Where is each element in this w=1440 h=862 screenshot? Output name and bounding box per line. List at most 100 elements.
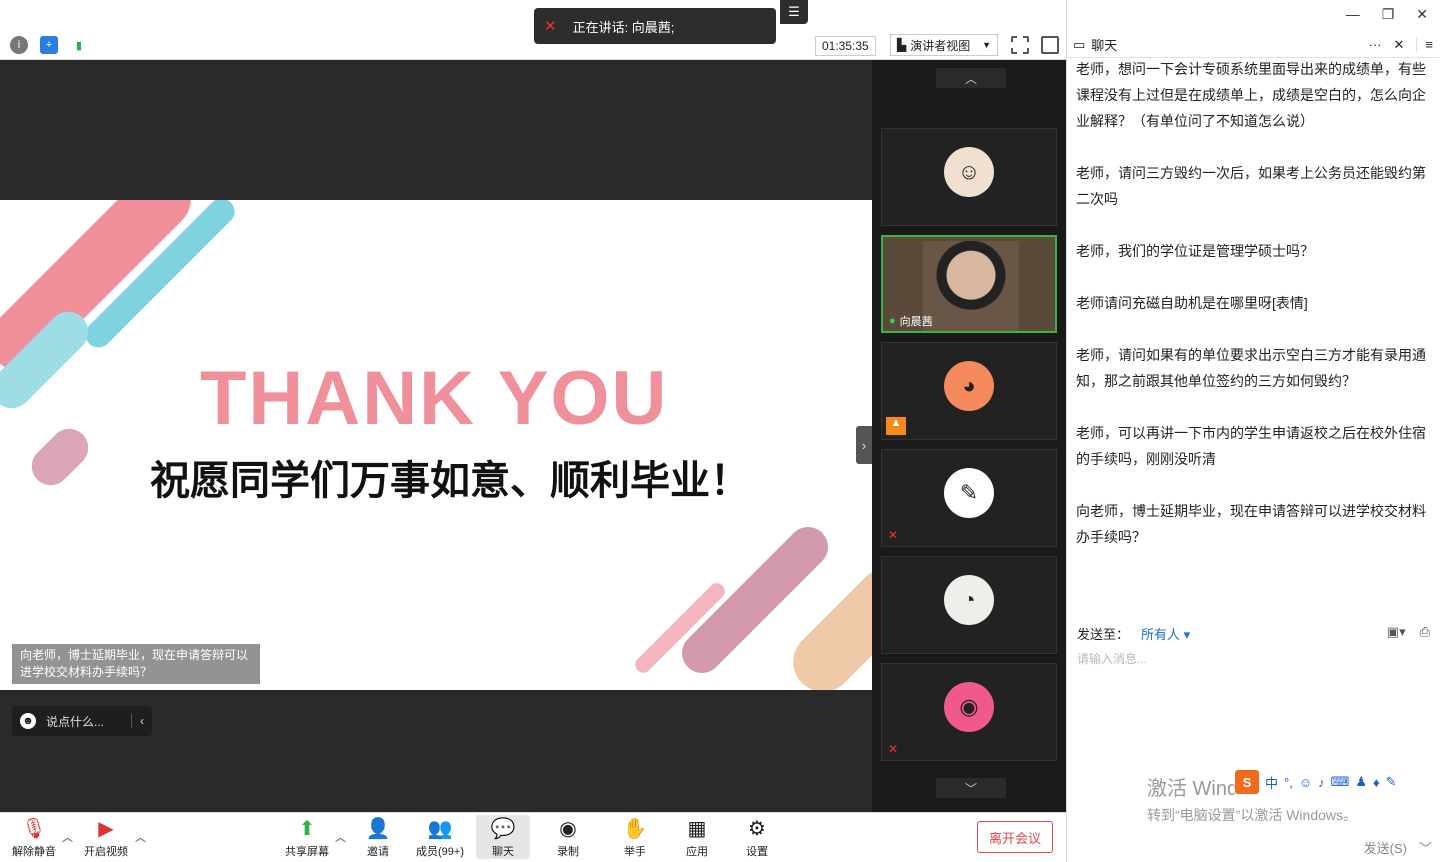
send-button[interactable]: 发送(S) ﹀ [1364,838,1432,857]
top-bar: i + ▮ ✕ 正在讲话: 向晨茜; ☰ 01:35:35 ▙ 演讲者视图 ▼ [0,0,1066,60]
participant-tile[interactable]: ✎ ✕ [881,449,1057,547]
unmute-button[interactable]: 🎙 解除静音 [4,815,64,859]
gear-icon: ⚙ [748,818,766,840]
participant-tile[interactable]: ◉ ✕ [881,663,1057,761]
share-screen-icon: ⬆ [298,818,316,840]
ime-keyboard-icon: ⌨ [1330,774,1350,789]
mic-off-icon: 🎙 [21,818,47,840]
collapse-strip-button[interactable]: › [856,426,872,464]
meeting-toolbar: 🎙 解除静音 ︿ ▶ 开启视频 ︿ ⬆ 共享屏幕 ︿ 👤 邀请 👥 成员(99+… [0,812,1066,862]
chat-message: 老师，想问一下会计专硕系统里面导出来的成绩单，有些课程没有上过但是在成绩单上，成… [1076,61,1426,129]
slide-title: THANK YOU [200,356,669,441]
user-icon: ▲ [886,417,906,435]
scroll-up-button[interactable]: ︿ [936,68,1006,88]
members-button[interactable]: 👥 成员(99+) [410,815,470,859]
say-something-box[interactable]: ☻ 说点什么... ‹ [12,706,152,736]
invite-button[interactable]: 👤 邀请 [348,815,408,859]
participant-tile-active[interactable]: ● 向晨茜 [881,235,1057,333]
record-icon: ◉ [559,818,577,840]
apps-icon: ▦ [687,818,707,840]
view-mode-label: 演讲者视图 [910,38,971,53]
record-button[interactable]: ◉ 录制 [538,815,598,859]
chat-icon: 💬 [490,818,516,840]
chat-bubble-overlay: 向老师，博士延期毕业，现在申请答辩可以进学校交材料办手续吗？ [12,644,260,684]
start-video-button[interactable]: ▶ 开启视频 [76,815,136,859]
chevron-up-icon[interactable]: ︿ [135,829,146,845]
top-left-icons: i + ▮ [10,36,88,54]
avatar: ✎ [944,468,994,518]
chat-message: 老师请问充磁自助机是在哪里呀[表情] [1076,295,1308,311]
hamburger-icon[interactable]: ≡ [1416,37,1440,52]
chat-message: 老师，可以再讲一下市内的学生申请返校之后在校外住宿的手续吗，刚刚没听清 [1076,425,1426,467]
view-mode-select[interactable]: ▙ 演讲者视图 ▼ [890,34,998,56]
chevron-up-icon[interactable]: ︿ [335,829,346,845]
ime-skin-icon: ♦ [1373,774,1380,790]
sogou-icon: S [1235,770,1259,794]
chevron-up-icon[interactable]: ︿ [62,829,73,845]
signal-icon[interactable]: ▮ [70,36,88,54]
chat-message: 老师，请问如果有的单位要求出示空白三方才能有录用通知，那之前跟其他单位签约的三方… [1076,347,1426,389]
members-icon: 👥 [427,818,453,840]
file-icon[interactable]: ▣▾ [1387,624,1406,640]
message-input[interactable]: 请输入消息... [1077,650,1147,667]
shield-icon[interactable]: + [40,36,58,54]
invite-icon: 👤 [365,818,391,840]
chat-button[interactable]: 💬 聊天 [476,815,530,859]
participant-tile[interactable]: ◕ ▲ [881,342,1057,440]
close-icon[interactable]: ✕ [1416,6,1428,23]
send-to-label: 发送至： [1077,627,1130,642]
chat-message: 向老师，博士延期毕业，现在申请答辩可以进学校交材料办手续吗？ [1076,503,1426,545]
share-screen-button[interactable]: ⬆ 共享屏幕 [277,815,337,859]
window-controls: — ❐ ✕ [1346,6,1428,23]
more-icon[interactable]: ··· [1369,37,1382,52]
active-speaker-label: 正在讲话: 向晨茜; [572,19,675,35]
fullscreen-icon[interactable] [1011,36,1029,54]
chat-tools: ▣▾ ⎙ [1387,624,1430,640]
side-panel-icon[interactable] [1041,36,1059,54]
settings-button[interactable]: ⚙ 设置 [727,815,787,859]
close-chat-icon[interactable]: ✕ [1394,37,1405,53]
mic-off-icon: ✕ [544,18,557,35]
chat-icon: ▭ [1073,36,1086,52]
say-something-placeholder: 说点什么... [46,714,105,729]
chat-messages: 老师，想问一下会计专硕系统里面导出来的成绩单，有些课程没有上过但是在成绩单上，成… [1076,56,1428,616]
emoji-icon[interactable]: ☻ [20,713,36,729]
meeting-timer: 01:35:35 [815,36,876,56]
ime-lang-icon: 中 [1265,775,1279,791]
info-icon[interactable]: i [10,36,28,54]
avatar: ◕ [944,361,994,411]
avatar: ◉ [944,682,994,732]
chevron-left-icon[interactable]: ‹ [131,714,144,728]
scroll-down-button[interactable]: ﹀ [936,778,1006,798]
mic-off-icon: ✕ [888,528,899,542]
slide-decoration [23,420,97,494]
chat-message: 老师，我们的学位证是管理学硕士吗？ [1076,243,1314,259]
raise-hand-button[interactable]: ✋ 举手 [605,815,665,859]
menu-icon[interactable]: ☰ [780,0,808,24]
chevron-down-icon[interactable]: ﹀ [1419,838,1432,857]
avatar: ☺ [944,147,994,197]
ime-punct-icon: °, [1284,774,1293,790]
avatar: ◔ [944,575,994,625]
restore-icon[interactable]: ❐ [1382,6,1395,23]
send-to-select[interactable]: 所有人 ▾ [1141,624,1190,643]
apps-button[interactable]: ▦ 应用 [667,815,727,859]
chat-message: 老师，请问三方毁约一次后，如果考上公务员还能毁约第二次吗 [1076,165,1426,207]
participant-tile[interactable]: ◔ [881,556,1057,654]
ime-tool-icon: ✎ [1385,774,1397,789]
view-icon: ▙ [897,38,907,52]
participant-name: ● 向晨茜 [889,315,933,328]
ime-toolbar[interactable]: S 中 °, ☺ ♪ ⌨ ♟ ♦ ✎ [1235,768,1433,796]
mic-icon: ● [889,315,896,327]
participant-tile[interactable]: ☺ [881,128,1057,226]
minimize-icon[interactable]: — [1346,6,1360,23]
chat-panel: — ❐ ✕ ▭ 聊天 ··· ✕ ≡ 老师，想问一下会计专硕系统里面导出来的成绩… [1066,0,1440,862]
mic-off-icon: ✕ [888,742,899,756]
participant-video-strip: ︿ ☺ ● 向晨茜 ◕ ▲ ✎ ✕ ◔ ◉ ✕ ﹀ [872,60,1066,812]
ime-voice-icon: ♪ [1318,774,1325,790]
video-off-icon: ▶ [98,818,114,840]
shared-screen-stage: THANK YOU 祝愿同学们万事如意、顺利毕业！ 向老师，博士延期毕业，现在申… [0,60,872,812]
chevron-down-icon: ▼ [982,40,991,50]
leave-meeting-button[interactable]: 离开会议 [977,821,1053,853]
screenshot-icon[interactable]: ⎙ [1420,624,1430,640]
